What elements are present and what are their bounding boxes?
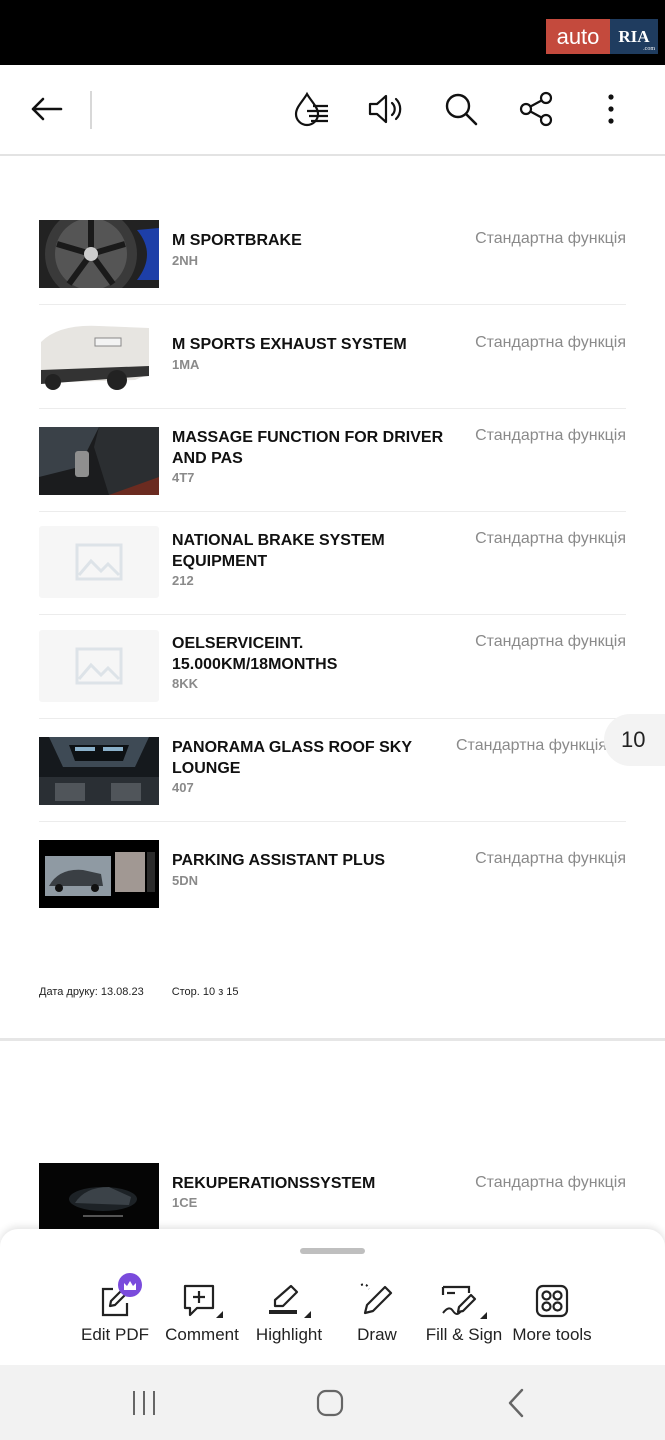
recent-apps-icon bbox=[133, 1391, 155, 1415]
tool-label: Highlight bbox=[255, 1325, 323, 1344]
top-toolbar bbox=[0, 65, 665, 156]
watermark-ria: RIA .com bbox=[610, 19, 658, 54]
option-image bbox=[39, 1163, 159, 1231]
liquid-mode-button[interactable] bbox=[291, 89, 331, 129]
option-status: Стандартна функція bbox=[475, 850, 626, 867]
list-item: MASSAGE FUNCTION FOR DRIVER AND PAS 4T7 … bbox=[39, 409, 626, 512]
option-status: Стандартна функція bbox=[475, 230, 626, 247]
option-code: 407 bbox=[172, 780, 194, 795]
search-icon bbox=[445, 93, 478, 126]
option-image bbox=[39, 220, 159, 288]
speaker-icon bbox=[368, 94, 402, 124]
watermark-com: .com bbox=[643, 46, 655, 52]
option-name: MASSAGE FUNCTION FOR DRIVER AND PAS bbox=[172, 429, 444, 467]
list-item: PANORAMA GLASS ROOF SKY LOUNGE 407 Станд… bbox=[39, 719, 626, 822]
tool-label: More tools bbox=[512, 1325, 592, 1344]
image-placeholder-icon bbox=[75, 543, 123, 581]
list-item: NATIONAL BRAKE SYSTEM EQUIPMENT 212 Стан… bbox=[39, 512, 626, 615]
read-aloud-button[interactable] bbox=[366, 89, 406, 129]
page-of: Стор. 10 з 15 bbox=[171, 986, 239, 998]
print-date: Дата друку: 13.08.23 bbox=[39, 986, 144, 998]
tool-edit-pdf[interactable]: Edit PDF bbox=[80, 1273, 150, 1359]
page-footer: Дата друку: 13.08.23 Стор. 10 з 15 bbox=[39, 986, 239, 998]
option-code: 1MA bbox=[172, 357, 200, 372]
list-item: M SPORTS EXHAUST SYSTEM 1MA Стандартна ф… bbox=[39, 305, 626, 409]
tool-label: Comment bbox=[165, 1325, 239, 1344]
chevron-left-icon bbox=[508, 1388, 524, 1418]
option-name: REKUPERATIONSSYSTEM bbox=[172, 1175, 376, 1192]
status-bar: auto RIA .com bbox=[0, 0, 665, 65]
tool-label: Edit PDF bbox=[80, 1325, 150, 1344]
share-button[interactable] bbox=[516, 89, 556, 129]
tool-draw[interactable]: Draw bbox=[347, 1279, 407, 1359]
option-status: Стандартна функція bbox=[475, 427, 626, 444]
option-code: 4T7 bbox=[172, 470, 195, 485]
option-image bbox=[39, 427, 159, 495]
premium-crown-icon bbox=[118, 1273, 142, 1297]
option-status: Стандартна функція bbox=[475, 1174, 626, 1191]
system-nav-bar bbox=[0, 1365, 665, 1440]
option-code: 1CE bbox=[172, 1195, 198, 1210]
option-name: M SPORTBRAKE bbox=[172, 232, 302, 249]
comment-icon bbox=[183, 1284, 223, 1318]
option-name: OELSERVICEINT. 15.000KM/18MONTHS bbox=[172, 635, 338, 673]
share-icon bbox=[519, 91, 553, 127]
more-tools-icon bbox=[535, 1284, 569, 1318]
tool-comment[interactable]: Comment bbox=[165, 1279, 239, 1359]
more-vertical-icon bbox=[608, 94, 614, 124]
option-code: 8KK bbox=[172, 676, 199, 691]
tool-fill-sign[interactable]: Fill & Sign bbox=[424, 1279, 504, 1359]
option-image bbox=[39, 737, 159, 805]
home-button[interactable] bbox=[310, 1385, 350, 1421]
highlight-icon bbox=[269, 1284, 311, 1318]
arrow-left-icon bbox=[31, 97, 63, 121]
option-name: PANORAMA GLASS ROOF SKY LOUNGE bbox=[172, 739, 412, 777]
tool-more-tools[interactable]: More tools bbox=[510, 1279, 594, 1359]
option-image-placeholder bbox=[39, 630, 159, 702]
option-image bbox=[39, 840, 159, 908]
option-image bbox=[39, 322, 159, 390]
tool-label: Fill & Sign bbox=[425, 1325, 503, 1344]
list-item: M SPORTBRAKE 2NH Стандартна функція bbox=[39, 218, 626, 305]
tool-label: Draw bbox=[357, 1325, 397, 1344]
home-icon bbox=[316, 1389, 344, 1417]
option-name: PARKING ASSISTANT PLUS bbox=[172, 852, 386, 869]
watermark-ria-text: RIA bbox=[618, 27, 650, 46]
sheet-drag-handle[interactable] bbox=[300, 1248, 365, 1254]
pdf-page-11: REKUPERATIONSSYSTEM 1CE Стандартна функц… bbox=[0, 1041, 665, 1231]
option-code: 2NH bbox=[172, 253, 199, 268]
option-code: 212 bbox=[172, 573, 194, 588]
option-status: Стандартна функція bbox=[475, 633, 626, 650]
option-name: M SPORTS EXHAUST SYSTEM bbox=[172, 336, 407, 353]
draw-icon bbox=[360, 1283, 393, 1315]
image-placeholder-icon bbox=[75, 647, 123, 685]
option-status: Стандартна функція bbox=[475, 334, 626, 351]
overflow-menu-button[interactable] bbox=[591, 89, 631, 129]
list-item: REKUPERATIONSSYSTEM 1CE Стандартна функц… bbox=[39, 1161, 626, 1231]
option-code: 5DN bbox=[172, 873, 199, 888]
liquid-mode-icon bbox=[294, 91, 328, 127]
back-button[interactable] bbox=[26, 89, 66, 129]
page-number-indicator[interactable]: 10 bbox=[604, 714, 665, 766]
list-item: PARKING ASSISTANT PLUS 5DN Стандартна фу… bbox=[39, 822, 626, 932]
option-image-placeholder bbox=[39, 526, 159, 598]
search-button[interactable] bbox=[441, 89, 481, 129]
fill-sign-icon bbox=[441, 1285, 487, 1319]
system-back-button[interactable] bbox=[496, 1385, 536, 1421]
list-item: OELSERVICEINT. 15.000KM/18MONTHS 8KK Ста… bbox=[39, 615, 626, 719]
recent-apps-button[interactable] bbox=[124, 1385, 164, 1421]
watermark-auto: auto bbox=[546, 19, 610, 54]
bottom-tools-sheet: Edit PDF Comment Highlight Draw Fill & S… bbox=[0, 1229, 665, 1365]
pdf-page-10: M SPORTBRAKE 2NH Стандартна функція M SP… bbox=[0, 158, 665, 1038]
option-status: Стандартна функція bbox=[475, 530, 626, 547]
option-status: Стандартна функція bbox=[456, 737, 606, 754]
tool-highlight[interactable]: Highlight bbox=[253, 1279, 325, 1359]
autoria-watermark: auto RIA .com bbox=[546, 19, 658, 54]
option-name: NATIONAL BRAKE SYSTEM EQUIPMENT bbox=[172, 532, 385, 570]
toolbar-divider bbox=[90, 91, 92, 129]
